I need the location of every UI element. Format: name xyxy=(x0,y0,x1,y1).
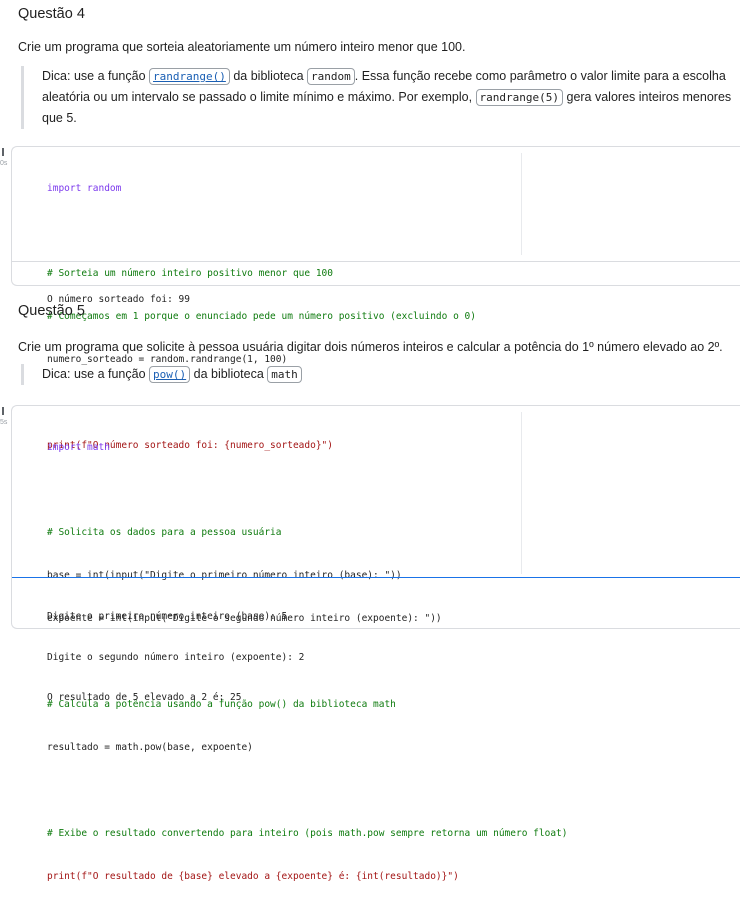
code-line: print(f"O resultado de {base} elevado a … xyxy=(47,870,459,882)
code-line: import math xyxy=(47,441,110,453)
code-line: # Exibe o resultado convertendo para int… xyxy=(47,827,568,839)
pow-link[interactable]: pow() xyxy=(149,366,191,383)
randrange-example-code: randrange(5) xyxy=(475,89,564,106)
question-5-prompt: Crie um programa que solicite à pessoa u… xyxy=(18,340,723,354)
output-separator xyxy=(12,261,740,262)
cell-output: O número sorteado foi: 99 xyxy=(47,294,190,305)
code-line: # Solicita os dados para a pessoa usuári… xyxy=(47,527,282,539)
ruler-line xyxy=(521,153,522,255)
code-line: import random xyxy=(47,182,122,194)
code-cell-question-5[interactable]: import math # Solicita os dados para a p… xyxy=(11,405,740,882)
random-lib-code: random xyxy=(307,68,355,85)
math-lib-code: math xyxy=(267,366,302,383)
code-cell-question-4[interactable]: import random # Sorteia um número inteir… xyxy=(11,146,740,451)
question-4-prompt: Crie um programa que sorteia aleatoriame… xyxy=(18,40,466,54)
code-line: resultado = math.pow(base, expoente) xyxy=(47,741,253,753)
run-indicator-icon xyxy=(2,148,4,156)
run-indicator-icon xyxy=(2,407,4,415)
question-5-tip: Dica: use a função pow() da biblioteca m… xyxy=(21,364,732,385)
question-5-heading: Questão 5 xyxy=(18,303,85,319)
question-4-tip: Dica: use a função randrange() da biblio… xyxy=(21,66,732,129)
output-separator xyxy=(12,577,740,578)
question-4-heading: Questão 4 xyxy=(18,6,85,22)
cell-output: Digite o primeiro número inteiro (base):… xyxy=(47,611,305,703)
randrange-link[interactable]: randrange() xyxy=(149,68,230,85)
